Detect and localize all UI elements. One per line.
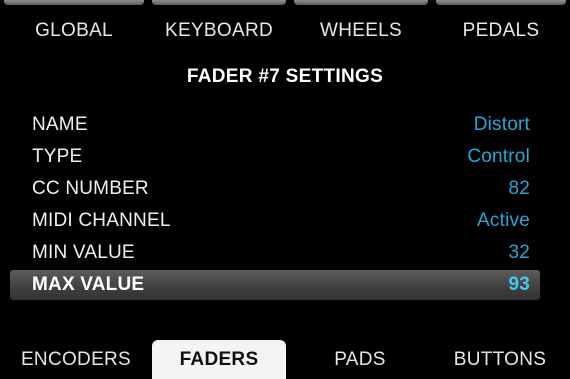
tab-pads[interactable]: PADS — [290, 340, 430, 379]
tab-wheels[interactable]: WHEELS — [290, 0, 432, 44]
tab-label: BUTTONS — [453, 348, 547, 370]
tab-faders[interactable]: FADERS — [152, 340, 286, 379]
tab-label: GLOBAL — [35, 20, 113, 41]
setting-label: MAX VALUE — [32, 274, 145, 295]
setting-row-name[interactable]: NAME Distort — [18, 110, 540, 140]
tab-label: FADERS — [179, 348, 259, 370]
tab-global[interactable]: GLOBAL — [0, 0, 148, 44]
setting-row-midi-channel[interactable]: MIDI CHANNEL Active — [18, 206, 540, 236]
setting-value[interactable]: 93 — [508, 274, 530, 296]
setting-label: MIDI CHANNEL — [32, 210, 171, 231]
setting-value[interactable]: Active — [477, 210, 530, 232]
tab-label: PEDALS — [462, 20, 540, 41]
tab-encoders[interactable]: ENCODERS — [0, 340, 152, 379]
setting-label: NAME — [32, 114, 88, 135]
page-title: FADER #7 SETTINGS — [186, 66, 384, 87]
device-screen: GLOBAL KEYBOARD WHEELS PEDALS FADER #7 S… — [0, 0, 570, 379]
tab-label: PADS — [334, 348, 386, 370]
setting-value[interactable]: Distort — [474, 114, 530, 136]
bottom-tab-bar: ENCODERS FADERS PADS BUTTONS — [0, 340, 570, 379]
setting-label: TYPE — [32, 146, 83, 167]
tab-buttons[interactable]: BUTTONS — [430, 340, 570, 379]
tab-label: ENCODERS — [20, 348, 132, 370]
tab-keyboard[interactable]: KEYBOARD — [148, 0, 290, 44]
setting-row-max-value[interactable]: MAX VALUE 93 — [10, 270, 540, 300]
tab-label: KEYBOARD — [165, 20, 273, 41]
setting-row-min-value[interactable]: MIN VALUE 32 — [18, 238, 540, 268]
tab-cap — [436, 0, 566, 5]
tab-pedals[interactable]: PEDALS — [432, 0, 570, 44]
setting-row-cc-number[interactable]: CC NUMBER 82 — [18, 174, 540, 204]
tab-cap — [294, 0, 428, 5]
setting-value[interactable]: Control — [467, 146, 530, 168]
tab-cap — [152, 0, 286, 5]
tab-label: WHEELS — [319, 20, 403, 41]
setting-label: MIN VALUE — [32, 242, 135, 263]
setting-value[interactable]: 82 — [508, 178, 530, 200]
tab-cap — [4, 0, 144, 5]
setting-row-type[interactable]: TYPE Control — [18, 142, 540, 172]
setting-label: CC NUMBER — [32, 178, 149, 199]
top-tab-bar: GLOBAL KEYBOARD WHEELS PEDALS — [0, 0, 570, 48]
setting-value[interactable]: 32 — [508, 242, 530, 264]
